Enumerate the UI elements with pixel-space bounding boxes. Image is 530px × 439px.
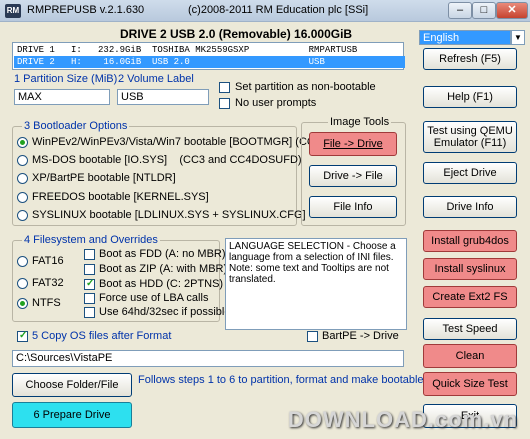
force-lba-checkbox[interactable] [84,293,95,304]
image-tools-title: Image Tools [328,116,392,128]
maximize-button[interactable]: □ [472,2,496,19]
eject-drive-button[interactable]: Eject Drive [423,162,517,184]
override-label: Boot as FDD (A: no MBR) [99,248,226,260]
bootloader-radio-msdos[interactable] [17,155,28,166]
volume-label-input[interactable]: USB [117,89,209,105]
drive-to-file-label: Drive -> File [323,170,383,182]
fs-option: NTFS [32,297,61,309]
volume-label-label: 2 Volume Label [118,73,194,85]
drive-list[interactable]: DRIVE 1 I: 232.9GiB TOSHIBA MK2559GSXP R… [12,42,405,70]
app-icon: RM [5,4,21,18]
prepare-drive-button[interactable]: 6 Prepare Drive [12,402,132,428]
minimize-button[interactable]: – [448,2,472,19]
fat16-radio[interactable] [17,256,28,267]
choose-folder-label: Choose Folder/File [25,379,119,391]
test-speed-button[interactable]: Test Speed [423,318,517,340]
ntfs-radio[interactable] [17,298,28,309]
bootloader-radio-winpe[interactable] [17,137,28,148]
bootloader-option: SYSLINUX bootable [LDLINUX.SYS + SYSLINU… [32,209,306,221]
bootloader-title: 3 Bootloader Options [22,120,130,132]
quick-size-test-label: Quick Size Test [432,378,508,390]
partition-size-input[interactable]: MAX [14,89,110,105]
bootloader-radio-xp[interactable] [17,173,28,184]
bootloader-option: FREEDOS bootable [KERNEL.SYS] [32,191,209,203]
bartpe-checkbox[interactable] [307,331,318,342]
clean-button[interactable]: Clean [423,344,517,368]
boot-fdd-checkbox[interactable] [84,249,95,260]
choose-folder-button[interactable]: Choose Folder/File [12,373,132,397]
test-qemu-button[interactable]: Test using QEMU Emulator (F11) [423,121,517,153]
no-prompts-label: No user prompts [235,97,317,109]
bootloader-option: WinPEv2/WinPEv3/Vista/Win7 bootable [BOO… [32,136,325,148]
boot-zip-checkbox[interactable] [84,264,95,275]
drive-to-file-button[interactable]: Drive -> File [309,165,397,187]
window-title: RMPREPUSB v.2.1.630 [27,4,145,16]
override-label: Boot as ZIP (A: with MBR) [99,263,228,275]
language-info-text: LANGUAGE SELECTION - Choose a language f… [225,238,407,330]
override-label: Force use of LBA calls [99,292,209,304]
install-syslinux-button[interactable]: Install syslinux [423,258,517,280]
file-to-drive-label: File -> Drive [323,138,383,150]
no-prompts-checkbox[interactable] [219,98,230,109]
bootloader-radio-syslinux[interactable] [17,210,28,221]
copy-os-checkbox[interactable] [17,330,28,342]
filesystem-title: 4 Filesystem and Overrides [22,234,160,246]
watermark: DOWNLOAD.com.vn [287,407,518,432]
drive-info-button[interactable]: Drive Info [423,196,517,218]
test-speed-label: Test Speed [442,323,498,335]
eject-drive-label: Eject Drive [443,167,497,179]
partition-size-label: 1 Partition Size (MiB) [14,73,118,85]
bootloader-option: MS-DOS bootable [IO.SYS] (CC3 and CC4DOS… [32,154,302,166]
close-button[interactable]: ✕ [496,2,528,19]
help-label: Help (F1) [447,91,493,103]
drive-row-selected[interactable]: DRIVE 2 H: 16.0GiB USB 2.0 USB [14,56,405,68]
file-to-drive-button[interactable]: File -> Drive [309,132,397,156]
test-qemu-label-1: Test using QEMU [427,125,513,137]
create-ext2-button[interactable]: Create Ext2 FS [423,286,517,308]
file-info-label: File Info [333,201,373,213]
test-qemu-label-2: Emulator (F11) [433,137,507,149]
drive-row[interactable]: DRIVE 1 I: 232.9GiB TOSHIBA MK2559GSXP R… [14,44,405,56]
language-select[interactable]: English [419,30,511,45]
language-dropdown-arrow-icon[interactable]: ▼ [511,30,525,45]
bootloader-radio-freedos[interactable] [17,192,28,203]
drive-heading: DRIVE 2 USB 2.0 (Removable) 16.000GiB [120,27,353,41]
drive-info-label: Drive Info [446,201,494,213]
fs-option: FAT16 [32,255,64,267]
prepare-drive-label: 6 Prepare Drive [33,409,111,421]
fat32-radio[interactable] [17,278,28,289]
create-ext2-label: Create Ext2 FS [432,291,508,303]
override-label: Boot as HDD (C: 2PTNS) [99,278,224,290]
boot-hdd-checkbox[interactable] [84,278,95,290]
clean-label: Clean [455,350,485,362]
non-bootable-checkbox[interactable] [219,82,230,93]
window-copyright: (c)2008-2011 RM Education plc [SSi] [188,4,369,16]
use-64hd-checkbox[interactable] [84,307,95,318]
non-bootable-label: Set partition as non-bootable [235,81,376,93]
status-text: Follows steps 1 to 6 to partition, forma… [138,374,463,386]
fs-option: FAT32 [32,277,64,289]
install-syslinux-label: Install syslinux [434,263,506,275]
refresh-label: Refresh (F5) [439,53,501,65]
source-path-input[interactable]: C:\Sources\VistaPE [12,350,404,367]
file-info-button[interactable]: File Info [309,196,397,218]
bartpe-label: BartPE -> Drive [322,330,399,342]
help-button[interactable]: Help (F1) [423,86,517,108]
override-label: Use 64hd/32sec if possible [99,306,231,318]
copy-os-label: 5 Copy OS files after Format [32,330,172,342]
quick-size-test-button[interactable]: Quick Size Test [423,372,517,396]
install-grub4dos-button[interactable]: Install grub4dos [423,230,517,252]
install-grub4dos-label: Install grub4dos [431,235,509,247]
bootloader-option: XP/BartPE bootable [NTLDR] [32,172,176,184]
refresh-button[interactable]: Refresh (F5) [423,48,517,70]
